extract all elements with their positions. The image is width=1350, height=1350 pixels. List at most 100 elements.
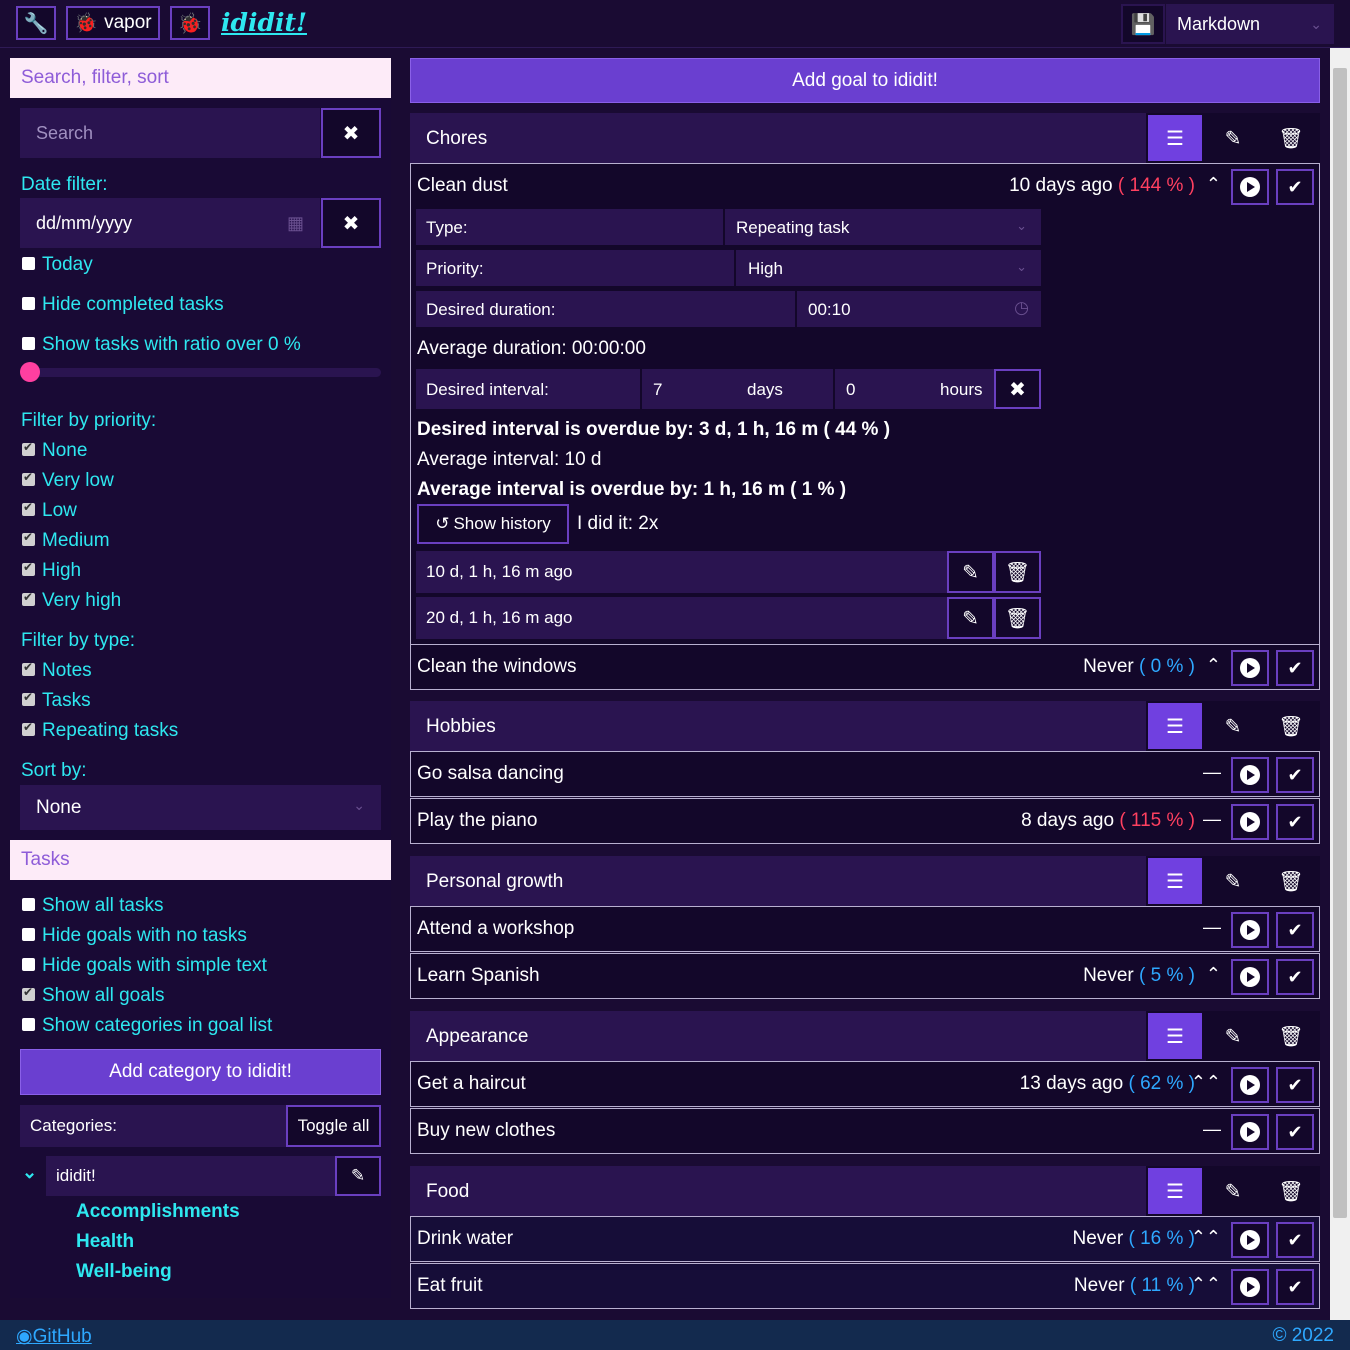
settings-button[interactable]: 🔧 (16, 6, 56, 40)
category-child[interactable]: Well-being (76, 1261, 172, 1283)
task-option-checkbox[interactable]: Show all goals (22, 985, 165, 1007)
priority-checkbox[interactable]: Medium (22, 530, 110, 552)
goal-list-button[interactable]: ☰ (1146, 1011, 1204, 1061)
task-row[interactable]: Eat fruit Never ( 11 % ) ⌃⌃ ✔ (410, 1263, 1320, 1309)
done-button[interactable]: ✔ (1276, 912, 1314, 948)
clear-interval-button[interactable]: ✖ (994, 369, 1041, 409)
clear-search-button[interactable]: ✖ (321, 108, 381, 158)
done-button[interactable]: ✔ (1276, 804, 1314, 840)
delete-history-button[interactable]: 🗑 (994, 551, 1041, 593)
task-row[interactable]: Get a haircut 13 days ago ( 62 % ) ⌃⌃ ✔ (410, 1061, 1320, 1107)
ratio-checkbox[interactable]: Show tasks with ratio over 0 % (22, 334, 301, 356)
save-button[interactable]: 💾 (1121, 4, 1165, 44)
slider-handle[interactable] (20, 362, 40, 382)
goal-delete-button[interactable]: 🗑 (1262, 701, 1320, 751)
task-row[interactable]: Play the piano 8 days ago ( 115 % ) — ✔ (410, 798, 1320, 844)
clear-date-button[interactable]: ✖ (321, 198, 381, 248)
start-timer-button[interactable] (1231, 1269, 1269, 1305)
task-row[interactable]: Buy new clothes — ✔ (410, 1108, 1320, 1154)
goal-delete-button[interactable]: 🗑 (1262, 1166, 1320, 1216)
start-timer-button[interactable] (1231, 804, 1269, 840)
theme-button[interactable]: 🐞 vapor (66, 6, 160, 40)
ratio-slider[interactable] (20, 362, 381, 382)
done-button[interactable]: ✔ (1276, 650, 1314, 686)
priority-select[interactable]: High ⌄ (734, 250, 1041, 286)
task-row[interactable]: Clean the windows Never ( 0 % ) ⌃ ✔ (410, 644, 1320, 690)
priority-checkbox[interactable]: None (22, 440, 87, 462)
done-button[interactable]: ✔ (1276, 169, 1314, 205)
show-history-button[interactable]: ↺ Show history (417, 504, 569, 544)
done-button[interactable]: ✔ (1276, 1067, 1314, 1103)
done-button[interactable]: ✔ (1276, 1114, 1314, 1150)
edit-category-button[interactable]: ✎ (335, 1156, 381, 1196)
type-checkbox[interactable]: Tasks (22, 690, 91, 712)
goal-delete-button[interactable]: 🗑 (1262, 1011, 1320, 1061)
scrollbar[interactable] (1330, 48, 1350, 1320)
start-timer-button[interactable] (1231, 1114, 1269, 1150)
hide-completed-checkbox[interactable]: Hide completed tasks (22, 294, 224, 316)
goal-delete-button[interactable]: 🗑 (1262, 113, 1320, 163)
task-option-checkbox[interactable]: Hide goals with no tasks (22, 925, 247, 947)
category-child[interactable]: Accomplishments (76, 1201, 240, 1223)
interval-days-input[interactable]: 7 (640, 369, 737, 409)
sort-select[interactable]: None ⌄ (20, 785, 381, 830)
interval-hours-input[interactable]: 0 (833, 369, 930, 409)
priority-checkbox[interactable]: Very low (22, 470, 114, 492)
start-timer-button[interactable] (1231, 912, 1269, 948)
format-select[interactable]: Markdown ⌄ (1166, 4, 1334, 44)
chevron-down-icon[interactable]: ⌄ (22, 1162, 37, 1183)
priority-icon[interactable]: — (1203, 762, 1221, 783)
start-timer-button[interactable] (1231, 1067, 1269, 1103)
add-category-button[interactable]: Add category to ididit! (20, 1049, 381, 1095)
task-option-checkbox[interactable]: Show categories in goal list (22, 1015, 272, 1037)
task-option-checkbox[interactable]: Show all tasks (22, 895, 163, 917)
delete-history-button[interactable]: 🗑 (994, 597, 1041, 639)
done-button[interactable]: ✔ (1276, 1222, 1314, 1258)
goal-edit-button[interactable]: ✎ (1204, 701, 1262, 751)
priority-icon[interactable]: — (1203, 809, 1221, 830)
done-button[interactable]: ✔ (1276, 1269, 1314, 1305)
type-select[interactable]: Repeating task ⌄ (723, 209, 1041, 245)
debug-button[interactable]: 🐞 (170, 6, 210, 40)
goal-list-button[interactable]: ☰ (1146, 701, 1204, 751)
task-row[interactable]: Clean dust 10 days ago ( 144 % ) ⌃ ✔ Type: Re… (410, 163, 1320, 645)
add-goal-button[interactable]: Add goal to ididit! (410, 58, 1320, 103)
date-input[interactable]: dd/mm/yyyy ▦ (20, 198, 320, 248)
priority-icon[interactable]: ⌃⌃ (1191, 1227, 1221, 1248)
type-checkbox[interactable]: Notes (22, 660, 92, 682)
goal-edit-button[interactable]: ✎ (1204, 1011, 1262, 1061)
category-child[interactable]: Health (76, 1231, 134, 1253)
goal-delete-button[interactable]: 🗑 (1262, 856, 1320, 906)
priority-icon[interactable]: ⌃ (1206, 174, 1221, 195)
today-checkbox[interactable]: Today (22, 254, 93, 276)
priority-checkbox[interactable]: Very high (22, 590, 121, 612)
start-timer-button[interactable] (1231, 1222, 1269, 1258)
scrollbar-thumb[interactable] (1333, 68, 1347, 1218)
toggle-all-button[interactable]: Toggle all (286, 1105, 381, 1147)
priority-icon[interactable]: ⌃ (1206, 655, 1221, 676)
priority-checkbox[interactable]: High (22, 560, 81, 582)
start-timer-button[interactable] (1231, 650, 1269, 686)
priority-icon[interactable]: — (1203, 1119, 1221, 1140)
priority-icon[interactable]: ⌃⌃ (1191, 1072, 1221, 1093)
priority-checkbox[interactable]: Low (22, 500, 77, 522)
priority-icon[interactable]: ⌃⌃ (1191, 1274, 1221, 1295)
type-checkbox[interactable]: Repeating tasks (22, 720, 178, 742)
done-button[interactable]: ✔ (1276, 959, 1314, 995)
start-timer-button[interactable] (1231, 757, 1269, 793)
goal-edit-button[interactable]: ✎ (1204, 856, 1262, 906)
priority-icon[interactable]: ⌃ (1206, 964, 1221, 985)
goal-list-button[interactable]: ☰ (1146, 856, 1204, 906)
goal-list-button[interactable]: ☰ (1146, 113, 1204, 163)
goal-edit-button[interactable]: ✎ (1204, 1166, 1262, 1216)
start-timer-button[interactable] (1231, 959, 1269, 995)
goal-list-button[interactable]: ☰ (1146, 1166, 1204, 1216)
edit-history-button[interactable]: ✎ (947, 551, 994, 593)
task-row[interactable]: Drink water Never ( 16 % ) ⌃⌃ ✔ (410, 1216, 1320, 1262)
task-row[interactable]: Attend a workshop — ✔ (410, 906, 1320, 952)
goal-edit-button[interactable]: ✎ (1204, 113, 1262, 163)
task-row[interactable]: Go salsa dancing — ✔ (410, 751, 1320, 797)
edit-history-button[interactable]: ✎ (947, 597, 994, 639)
github-link[interactable]: ◉GitHub (16, 1325, 92, 1348)
start-timer-button[interactable] (1231, 169, 1269, 205)
